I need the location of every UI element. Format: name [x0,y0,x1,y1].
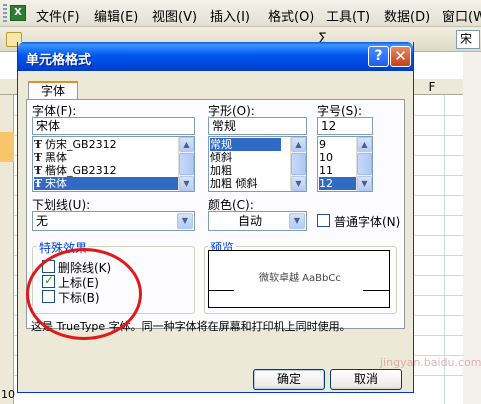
menu-view[interactable]: 视图(V) [152,6,197,25]
preview-baseline [363,290,390,291]
underline-select[interactable]: 无 ▼ [32,211,195,231]
menu-window[interactable]: 窗口(W) [442,6,481,25]
truetype-icon: Ŧ [34,138,43,151]
dialog-titlebar[interactable]: 单元格格式 ? ✕ [18,42,413,71]
column-header-f[interactable]: F [420,79,444,95]
menu-data[interactable]: 数据(D) [384,6,430,25]
scroll-up-icon[interactable]: ▲ [291,137,306,152]
help-button[interactable]: ? [368,46,389,67]
size-list[interactable]: 9 10 11 12 ▲ ▼ [317,136,373,192]
scroll-down-icon[interactable]: ▼ [291,176,306,191]
scroll-down-icon[interactable]: ▼ [357,176,372,191]
scroll-up-icon[interactable]: ▲ [357,137,372,152]
normal-font-label: 普通字体(N) [334,215,401,229]
list-item[interactable]: 10 [319,151,356,164]
sheet-vertical-scrollbar[interactable] [463,52,481,404]
list-item[interactable]: Ŧ 楷体_GB2312 [34,164,178,177]
menu-tools[interactable]: 工具(T) [326,6,370,25]
truetype-icon: Ŧ [34,177,43,190]
color-value: 自动 [237,214,262,228]
font-input[interactable]: 宋体 [32,117,195,135]
style-list[interactable]: 常规 倾斜 加粗 加粗 倾斜 ▲ ▼ [208,136,307,192]
scroll-thumb[interactable] [291,153,306,175]
chevron-down-icon[interactable]: ▼ [289,213,305,229]
watermark: jingyan.baidu.com [380,356,481,369]
cancel-button[interactable]: 取消 [330,369,402,390]
list-item-selected[interactable]: Ŧ 宋体 [34,177,178,190]
menu-format[interactable]: 格式(O) [268,6,314,25]
ok-button[interactable]: 确定 [253,369,325,390]
preview-box: 微软卓越 AaBbCc [208,250,390,308]
list-item[interactable]: 加粗 倾斜 [210,177,290,190]
size-list-scrollbar[interactable]: ▲ ▼ [356,137,372,191]
list-item[interactable]: 倾斜 [210,151,290,164]
chevron-down-icon[interactable]: ▼ [177,213,193,229]
list-item[interactable]: Ŧ 黑体 [34,151,178,164]
underline-value: 无 [36,214,49,228]
style-input[interactable]: 常规 [208,117,307,135]
font-list-scrollbar[interactable]: ▲ ▼ [178,137,194,191]
menu-edit[interactable]: 编辑(E) [94,6,138,25]
font-name-box[interactable]: 宋 [456,30,480,49]
list-item[interactable]: Ŧ 仿宋_GB2312 [34,138,178,151]
style-list-scrollbar[interactable]: ▲ ▼ [290,137,306,191]
preview-baseline [209,290,234,291]
list-item[interactable]: 11 [319,164,356,177]
list-item-selected[interactable]: 12 [319,177,356,190]
excel-app-icon[interactable]: X [10,5,26,21]
truetype-icon: Ŧ [34,164,43,177]
scroll-up-icon[interactable]: ▲ [179,137,194,152]
menu-file[interactable]: 文件(F) [36,6,80,25]
list-item-selected[interactable]: 常规 [210,138,281,151]
font-list[interactable]: Ŧ 仿宋_GB2312 Ŧ 黑体 Ŧ 楷体_GB2312 Ŧ 宋体 ▲ ▼ [32,136,195,192]
selected-row-header[interactable] [0,132,14,162]
menu-grip [3,4,7,22]
row-header-10[interactable]: 10 [1,388,15,401]
menu-insert[interactable]: 插入(I) [210,6,250,25]
dialog-title: 单元格格式 [26,53,92,68]
size-input[interactable]: 12 [317,117,373,135]
truetype-icon: Ŧ [34,151,43,164]
list-item[interactable]: 9 [319,138,356,151]
color-select[interactable]: 自动 ▼ [208,211,307,231]
close-button[interactable]: ✕ [390,46,411,67]
normal-font-checkbox[interactable] [317,214,330,227]
annotation-circle [26,248,142,340]
format-cells-dialog: 单元格格式 ? ✕ 字体 字体(F): 宋体 Ŧ 仿宋_GB2312 Ŧ 黑体 Ŧ楷… [17,42,414,393]
tab-font[interactable]: 字体 [28,81,78,101]
menu-bar: X 文件(F) 编辑(E) 视图(V) 插入(I) 格式(O) 工具(T) 数据… [0,0,481,27]
scroll-thumb[interactable] [357,153,372,175]
preview-sample: 微软卓越 AaBbCc [259,273,341,284]
scroll-down-icon[interactable]: ▼ [179,176,194,191]
scroll-thumb[interactable] [179,153,194,175]
list-item[interactable]: 加粗 [210,164,290,177]
